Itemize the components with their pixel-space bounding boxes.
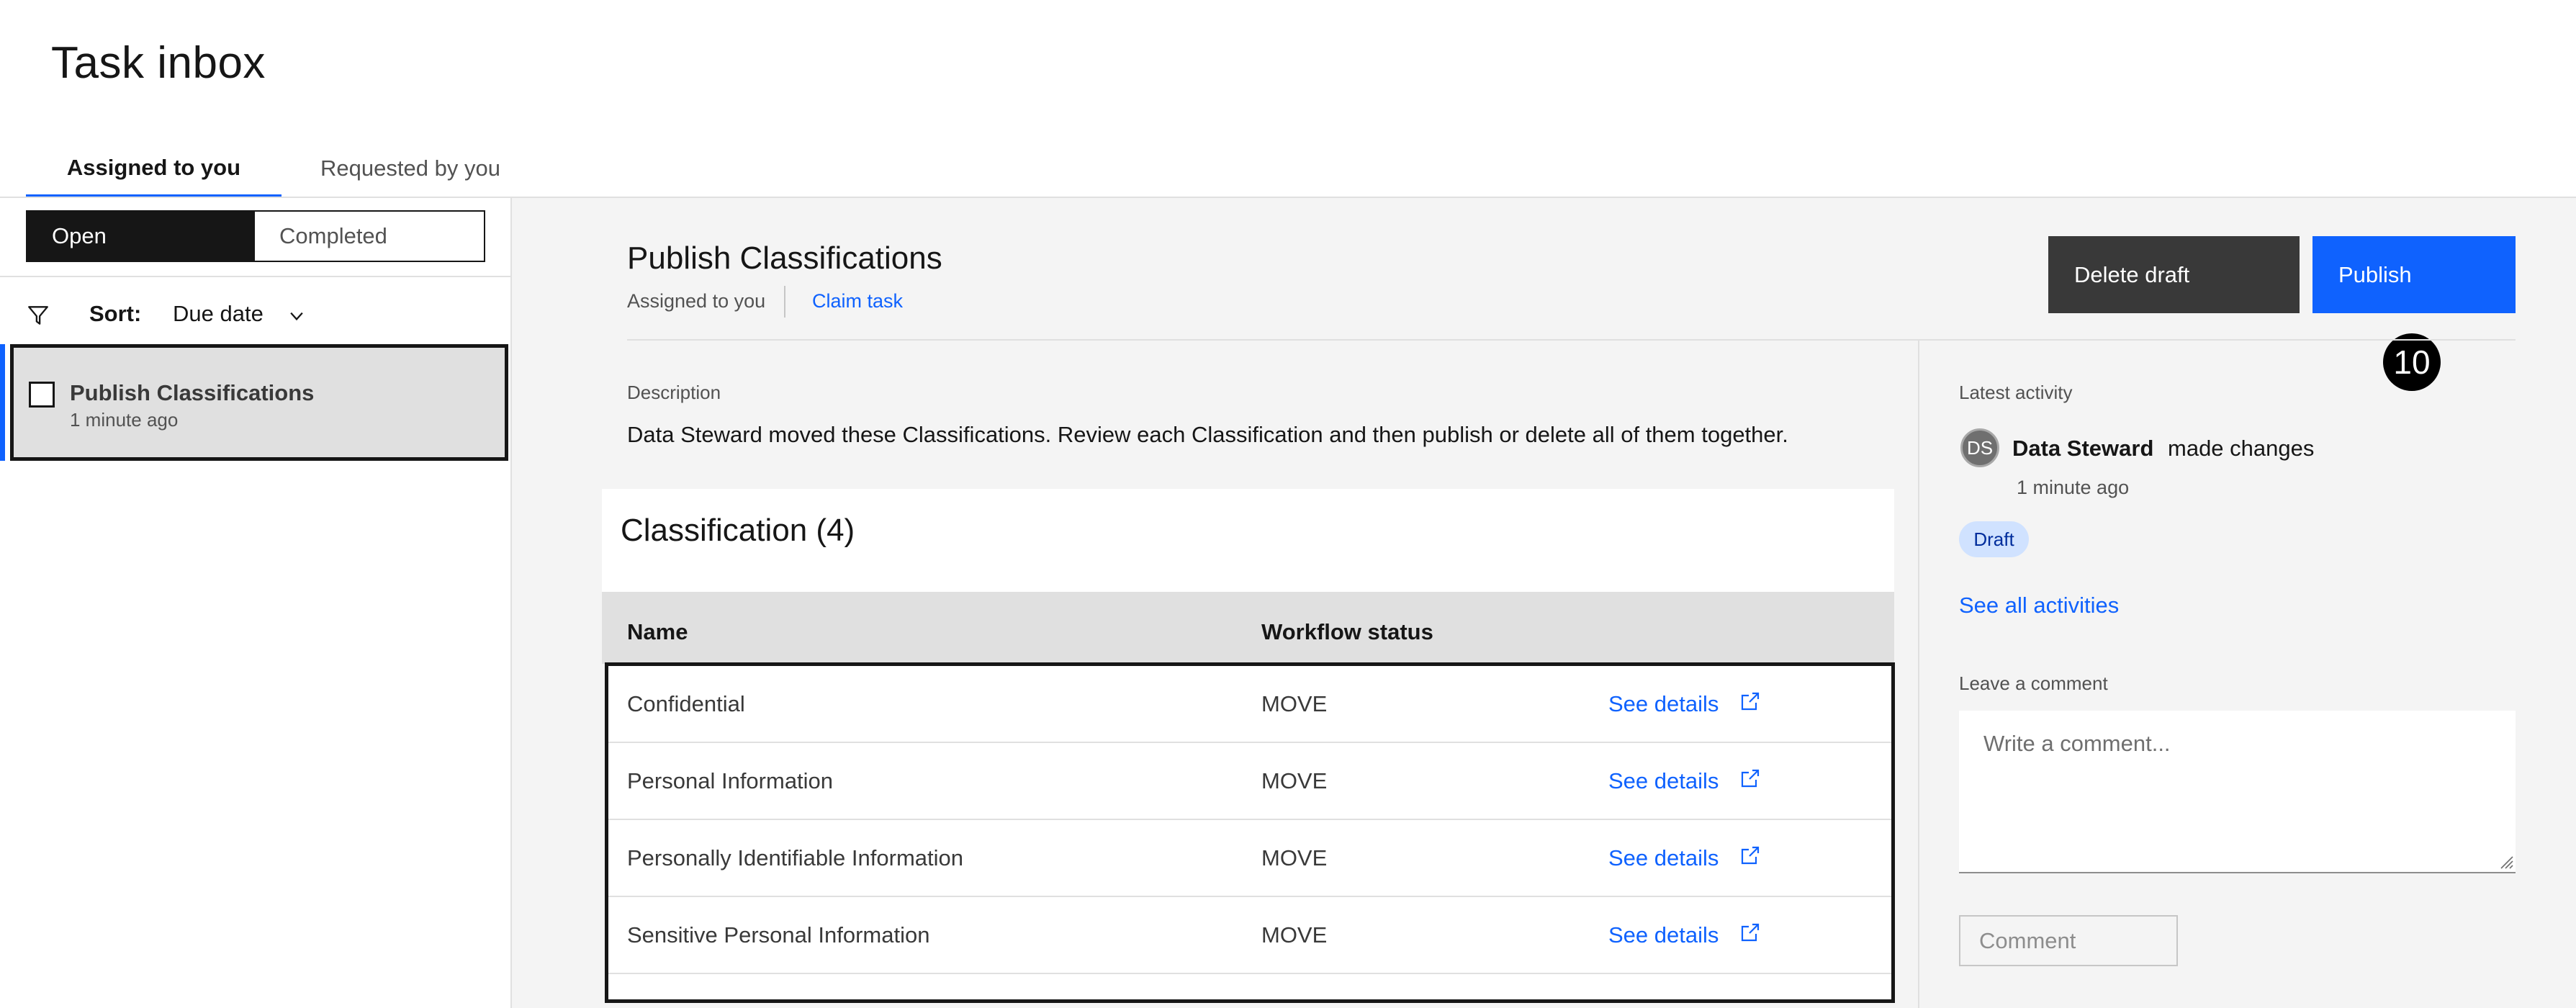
page-title: Task inbox <box>51 38 266 88</box>
classification-name: Personally Identifiable Information <box>627 845 963 870</box>
comment-input[interactable] <box>1959 711 2516 873</box>
classification-name: Confidential <box>627 691 745 716</box>
description-label: Description <box>627 382 721 403</box>
classification-name: Sensitive Personal Information <box>627 922 930 948</box>
description-text: Data Steward moved these Classifications… <box>627 422 1788 447</box>
see-details-link[interactable]: See details <box>1608 768 1719 794</box>
publish-button[interactable]: Publish <box>2312 236 2516 313</box>
see-details-link[interactable]: See details <box>1608 845 1719 871</box>
see-details-link[interactable]: See details <box>1608 922 1719 948</box>
see-details-link[interactable]: See details <box>1608 691 1719 717</box>
divider <box>627 339 2516 341</box>
activity-time: 1 minute ago <box>2017 477 2130 498</box>
table-row: Personally Identifiable Information MOVE… <box>608 820 1891 897</box>
step-number-badge: 10 <box>2383 333 2441 391</box>
comment-label: Leave a comment <box>1959 672 2108 694</box>
selected-indicator <box>0 344 5 461</box>
classification-name: Personal Information <box>627 768 834 793</box>
activity-action: made changes <box>2168 436 2315 461</box>
filter-open-button[interactable]: Open <box>26 210 255 262</box>
assignee-text: Assigned to you <box>627 290 766 312</box>
table-row: Sensitive Personal Information MOVE See … <box>608 897 1891 974</box>
task-title: Publish Classifications <box>627 240 942 276</box>
divider <box>784 286 785 318</box>
sort-label: Sort: <box>89 301 142 326</box>
comment-button[interactable]: Comment <box>1959 915 2178 966</box>
divider <box>0 276 512 277</box>
divider <box>1918 341 1919 1008</box>
see-all-activities-link[interactable]: See all activities <box>1959 593 2119 618</box>
external-link-icon[interactable] <box>1739 767 1762 790</box>
workflow-status: MOVE <box>1261 768 1328 793</box>
filter-completed-button[interactable]: Completed <box>255 210 485 262</box>
workflow-status: MOVE <box>1261 845 1328 870</box>
external-link-icon[interactable] <box>1739 921 1762 944</box>
filter-icon[interactable] <box>26 303 50 328</box>
latest-activity-label: Latest activity <box>1959 382 2073 403</box>
resize-handle-icon[interactable] <box>2498 854 2514 870</box>
activity-user: Data Steward <box>2012 436 2154 461</box>
task-item-time: 1 minute ago <box>70 409 179 431</box>
column-header-name: Name <box>627 619 688 644</box>
status-badge: Draft <box>1959 521 2029 557</box>
delete-draft-button[interactable]: Delete draft <box>2048 236 2300 313</box>
avatar: DS <box>1960 428 1999 467</box>
column-header-workflow-status: Workflow status <box>1261 619 1433 644</box>
table-header-row <box>602 592 1894 664</box>
workflow-status: MOVE <box>1261 691 1328 716</box>
task-item-title: Publish Classifications <box>70 380 315 405</box>
claim-task-link[interactable]: Claim task <box>812 290 903 312</box>
table-row: Confidential MOVE See details <box>608 666 1891 743</box>
external-link-icon[interactable] <box>1739 844 1762 867</box>
sort-dropdown[interactable]: Due date <box>173 301 264 327</box>
classification-table-title: Classification (4) <box>621 513 855 548</box>
workflow-status: MOVE <box>1261 922 1328 948</box>
external-link-icon[interactable] <box>1739 690 1762 713</box>
table-row: Personal Information MOVE See details <box>608 743 1891 820</box>
chevron-down-icon[interactable] <box>287 306 307 326</box>
tab-requested-by-you[interactable]: Requested by you <box>282 140 539 198</box>
task-checkbox[interactable] <box>29 382 55 408</box>
tab-assigned-to-you[interactable]: Assigned to you <box>26 140 282 198</box>
classification-table-body: Confidential MOVE See details Personal I… <box>605 662 1895 1003</box>
